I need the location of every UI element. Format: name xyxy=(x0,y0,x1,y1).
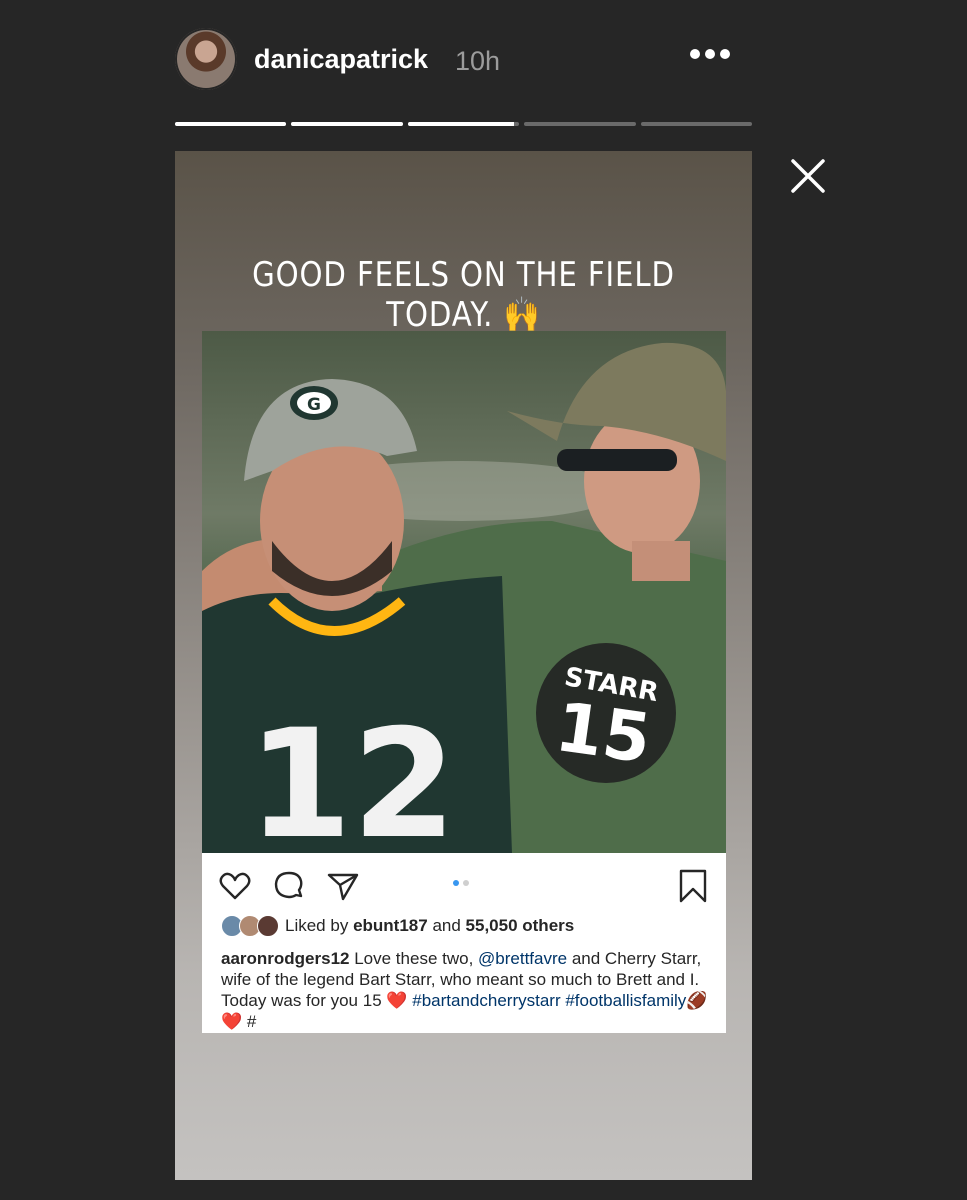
embedded-post: STARR 15 12 G Liked by ebunt187 and 55,0… xyxy=(202,331,726,1033)
likes-prefix: Liked by xyxy=(285,916,349,935)
story-headline: GOOD FEELS ON THE FIELD TODAY. 🙌 xyxy=(252,255,675,335)
caption-author[interactable]: aaronrodgers12 xyxy=(221,949,350,968)
post-actions xyxy=(218,869,360,903)
story-progress xyxy=(175,122,753,126)
likes-count[interactable]: 55,050 others xyxy=(466,916,575,936)
heart-icon[interactable] xyxy=(218,869,252,903)
caption-hashtag[interactable]: #bartandcherrystarr xyxy=(412,991,560,1010)
username[interactable]: danicapatrick xyxy=(254,44,428,75)
share-icon[interactable] xyxy=(326,869,360,903)
comment-icon[interactable] xyxy=(272,869,306,903)
progress-segment xyxy=(175,122,287,126)
story-header: danicapatrick 10h xyxy=(175,28,752,92)
photo-illustration: STARR 15 12 G xyxy=(202,331,726,853)
svg-text:G: G xyxy=(307,395,321,415)
timestamp: 10h xyxy=(455,46,501,76)
more-icon[interactable] xyxy=(690,44,732,64)
caption-text: Love these two, xyxy=(349,949,479,968)
story-frame[interactable]: GOOD FEELS ON THE FIELD TODAY. 🙌 STARR 1… xyxy=(175,151,752,1180)
caption-hashtag[interactable]: #footballisfamily xyxy=(565,991,686,1010)
post-card: Liked by ebunt187 and 55,050 others aaro… xyxy=(202,853,726,1033)
carousel-dots xyxy=(453,880,469,886)
shirt-number: 15 xyxy=(551,688,656,779)
likes-row: Liked by ebunt187 and 55,050 others xyxy=(221,915,574,937)
liker-username[interactable]: ebunt187 xyxy=(353,916,428,936)
close-icon[interactable] xyxy=(790,158,826,194)
caption-mention[interactable]: @brettfavre xyxy=(478,949,567,968)
liker-avatars xyxy=(221,915,279,937)
progress-segment xyxy=(524,122,636,126)
post-caption: aaronrodgers12 Love these two, @brettfav… xyxy=(221,948,711,1032)
bookmark-icon[interactable] xyxy=(678,869,708,903)
progress-segment xyxy=(407,122,520,126)
avatar[interactable] xyxy=(175,28,237,90)
jersey-number: 12 xyxy=(248,698,457,853)
post-photo: STARR 15 12 G xyxy=(202,331,726,853)
progress-segment xyxy=(640,122,753,126)
likes-and: and xyxy=(432,916,461,935)
progress-segment xyxy=(291,122,403,126)
